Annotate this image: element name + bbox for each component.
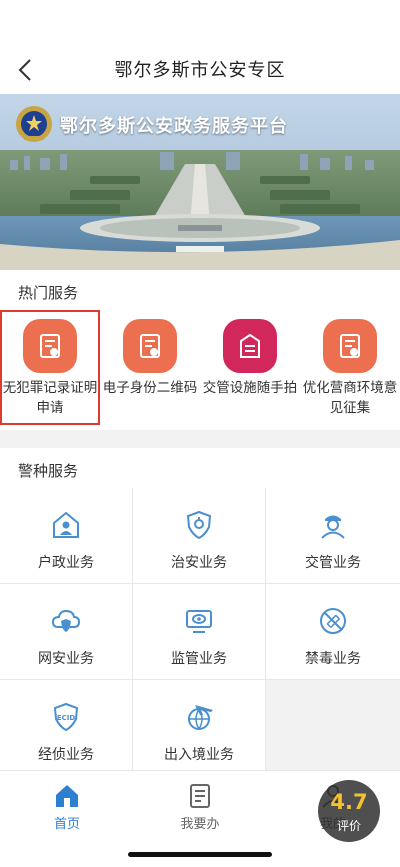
hot-service-label: 无犯罪记录证明申请: [2, 380, 98, 416]
police-services-heading: 警种服务: [18, 462, 79, 480]
hot-service-label: 电子身份二维码: [102, 380, 198, 396]
service-label: 户政业务: [38, 555, 94, 571]
no-drugs-icon: [316, 604, 350, 638]
service-public-security[interactable]: 治安业务: [133, 488, 266, 584]
ecid-shield-icon: ECID: [49, 700, 83, 734]
rating-badge[interactable]: 4.7 评价: [318, 780, 380, 842]
rating-label: 评价: [336, 819, 361, 833]
household-icon: [49, 508, 83, 542]
svg-text:ECID: ECID: [57, 714, 76, 722]
tab-label: 我要办: [180, 817, 220, 832]
service-cyber-security[interactable]: 网安业务: [0, 584, 133, 680]
certificate-icon: [23, 319, 77, 373]
tab-todo[interactable]: 我要办: [133, 777, 267, 837]
hot-service-e-id-qrcode[interactable]: 电子身份二维码: [100, 310, 200, 425]
tab-label: 首页: [53, 817, 80, 832]
service-anti-drug[interactable]: 禁毒业务: [266, 584, 400, 680]
rating-value: 4.7: [330, 790, 368, 814]
traffic-police-icon: [316, 508, 350, 542]
service-label: 出入境业务: [164, 747, 234, 763]
home-icon: [56, 785, 78, 807]
service-supervision[interactable]: 监管业务: [133, 584, 266, 680]
service-household[interactable]: 户政业务: [0, 488, 133, 584]
banner-title: 鄂尔多斯公安政务服务平台: [60, 116, 288, 137]
chevron-left-icon: [18, 59, 31, 81]
report-icon: [223, 319, 277, 373]
monitor-eye-icon: [182, 604, 216, 638]
cloud-shield-icon: [49, 604, 83, 638]
service-economic-investigation[interactable]: ECID 经侦业务: [0, 680, 133, 776]
police-services-header: 警种服务: [0, 448, 400, 488]
service-label: 交管业务: [305, 555, 361, 571]
hero-banner: 鄂尔多斯公安政务服务平台: [0, 94, 400, 270]
airplane-globe-icon: [182, 700, 216, 734]
hot-services-row: 无犯罪记录证明申请 电子身份二维码 交管设施随手拍 优化营商环境意见征集: [0, 310, 400, 430]
feedback-icon: [323, 319, 377, 373]
empty-cell: [266, 680, 400, 776]
page-title: 鄂尔多斯市公安专区: [114, 60, 286, 81]
hot-service-traffic-report[interactable]: 交管设施随手拍: [200, 310, 300, 425]
hot-services-header: 热门服务: [0, 270, 400, 310]
hot-service-label: 优化营商环境意见征集: [302, 380, 398, 416]
service-label: 禁毒业务: [305, 651, 361, 667]
back-button[interactable]: [10, 52, 40, 88]
police-badge-icon: [182, 508, 216, 542]
app-header: 鄂尔多斯市公安专区: [0, 0, 400, 94]
hot-service-business-feedback[interactable]: 优化营商环境意见征集: [300, 310, 400, 425]
document-icon: [190, 784, 210, 808]
id-card-icon: [123, 319, 177, 373]
service-exit-entry[interactable]: 出入境业务: [133, 680, 266, 776]
service-label: 经侦业务: [38, 747, 94, 763]
service-label: 监管业务: [171, 651, 227, 667]
service-label: 治安业务: [171, 555, 227, 571]
tab-home[interactable]: 首页: [0, 777, 134, 837]
service-label: 网安业务: [38, 651, 94, 667]
home-indicator: [128, 852, 272, 857]
police-emblem-icon: [16, 106, 52, 142]
hot-service-label: 交管设施随手拍: [202, 380, 298, 396]
hot-service-no-criminal-record[interactable]: 无犯罪记录证明申请: [0, 310, 100, 425]
hot-services-heading: 热门服务: [18, 284, 79, 302]
service-traffic[interactable]: 交管业务: [266, 488, 400, 584]
police-services-grid: 户政业务 治安业务 交管业务 网安业务 监管业务 禁毒业务 ECID 经侦业务 …: [0, 488, 400, 778]
